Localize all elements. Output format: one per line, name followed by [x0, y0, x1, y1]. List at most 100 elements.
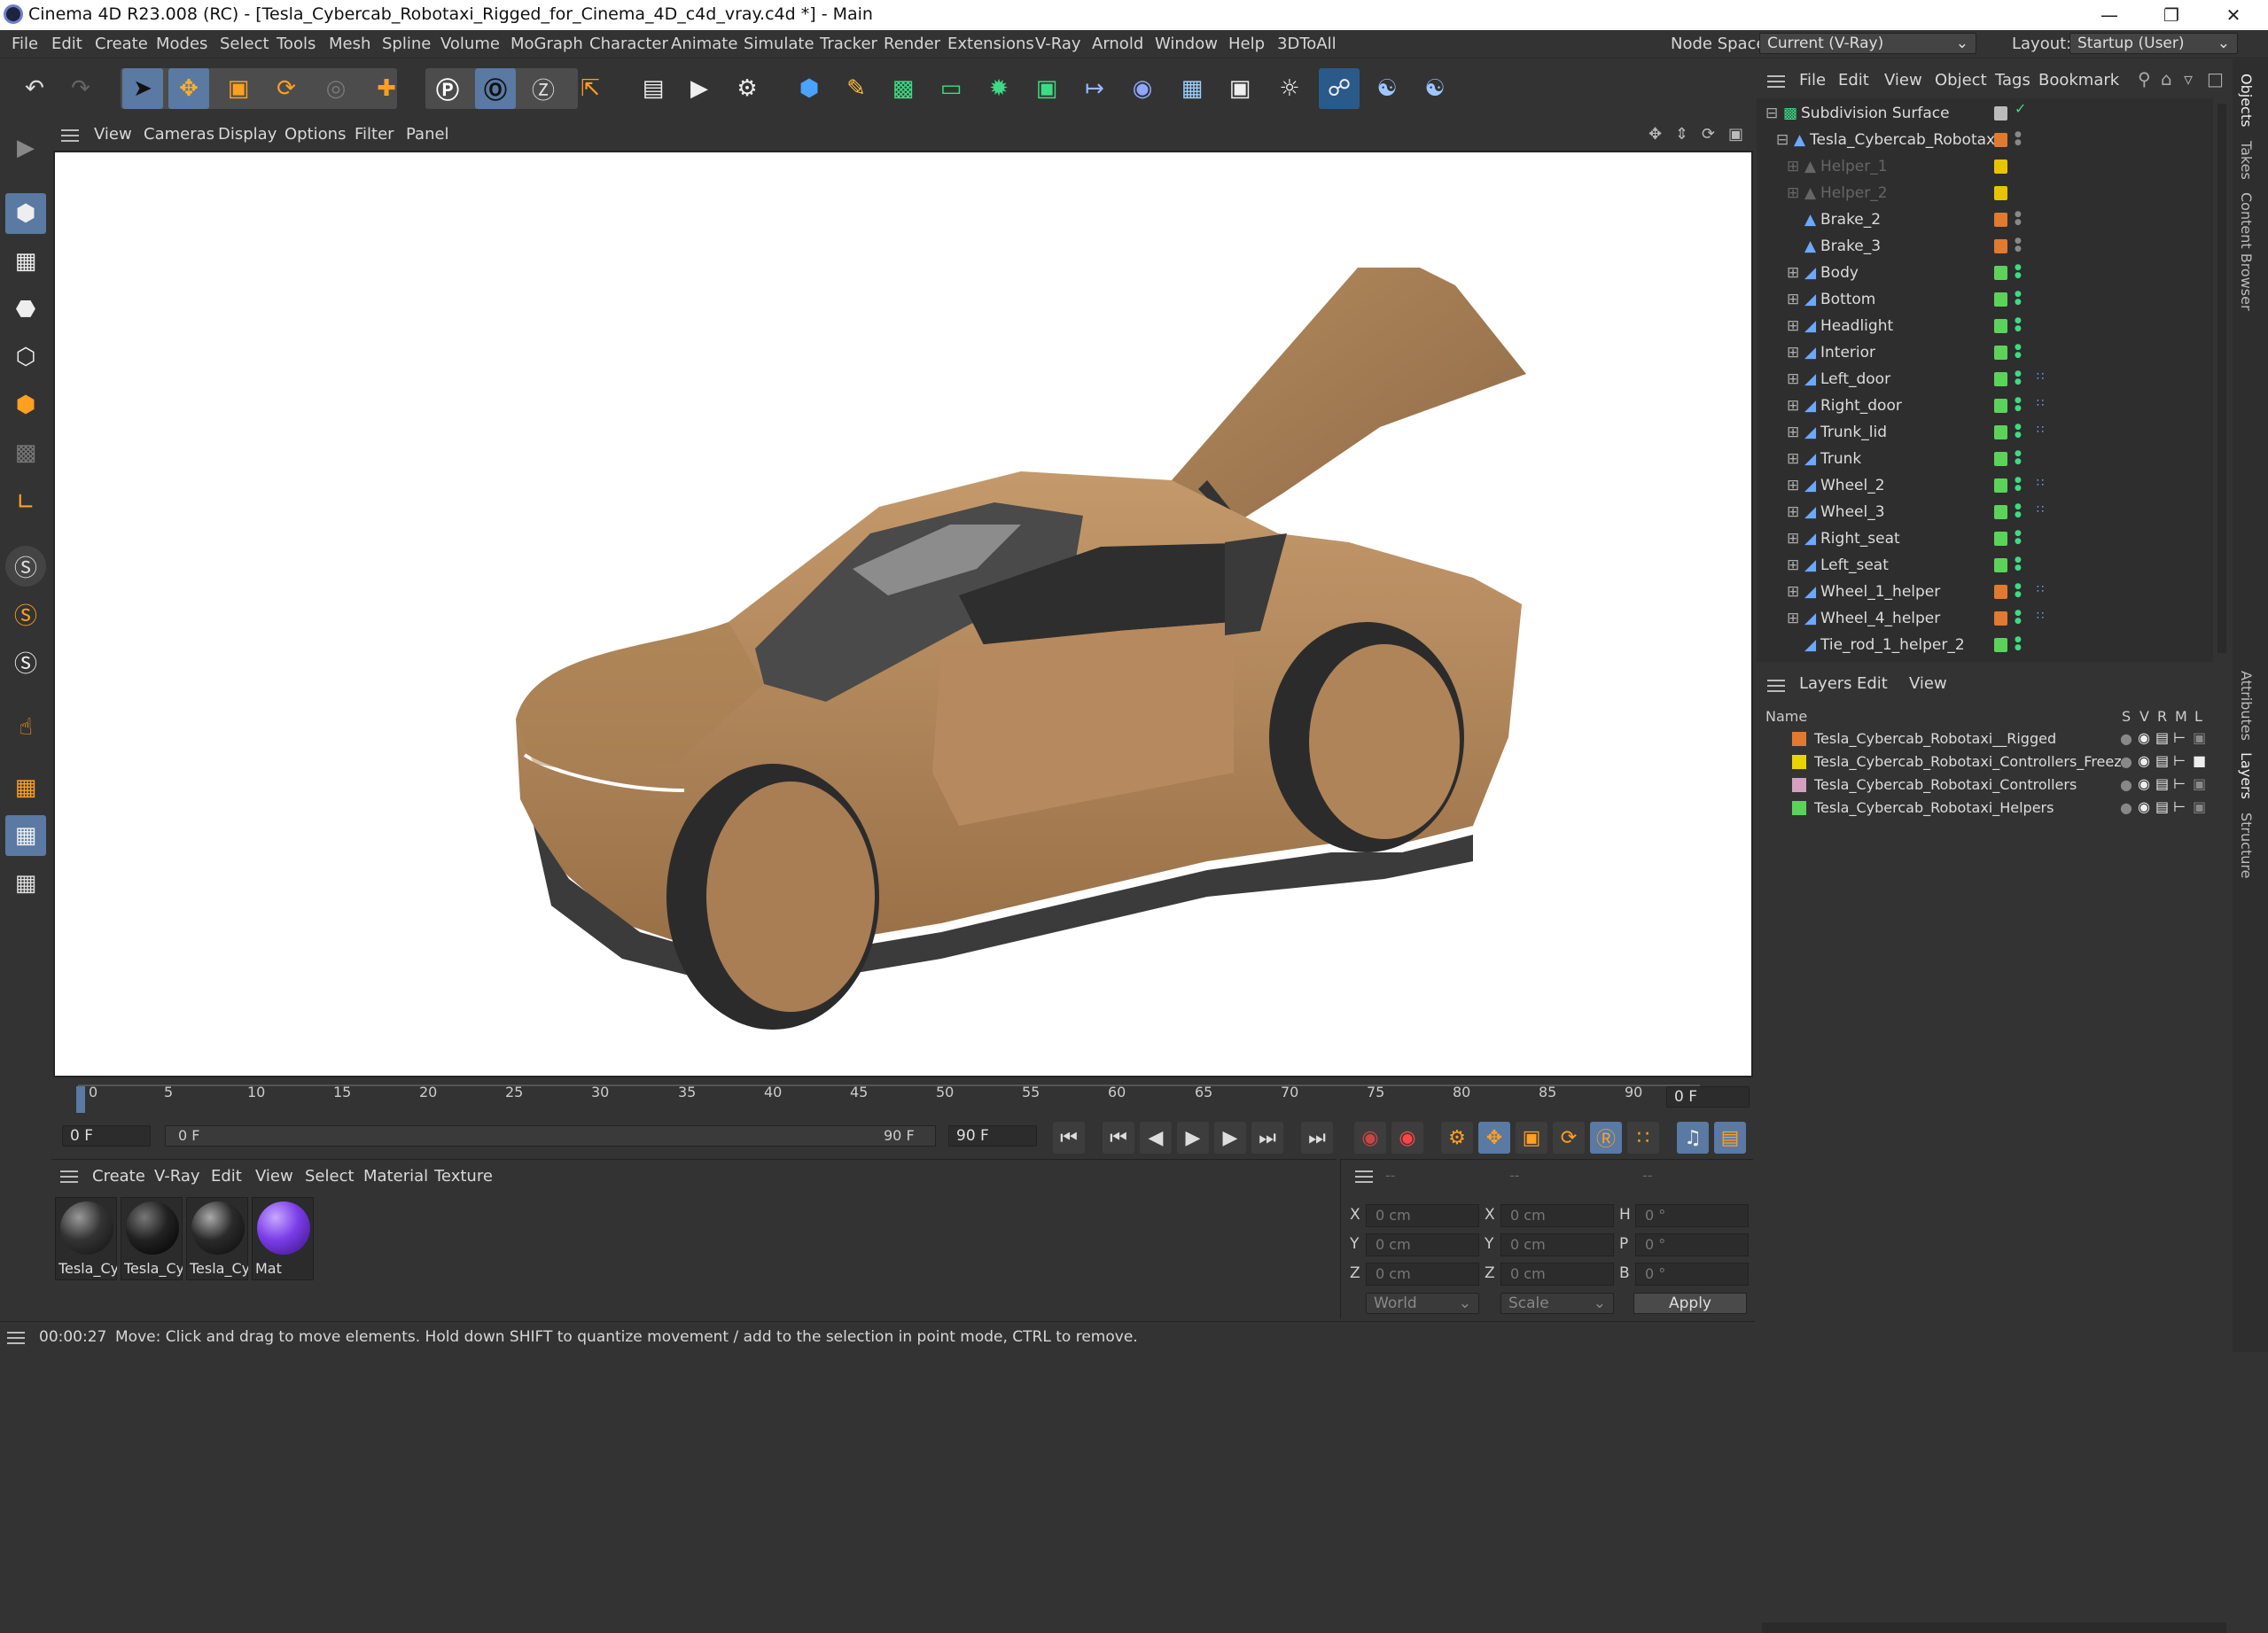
- object-row[interactable]: ⊞ ◢ Wheel_3 ● ● ∷: [1757, 499, 2213, 525]
- manager-icon[interactable]: ⊢: [2173, 729, 2186, 746]
- status-menu-icon[interactable]: [7, 1332, 25, 1344]
- object-menu-object[interactable]: Object: [1935, 71, 1987, 89]
- material-swatch[interactable]: Tesla_Cy: [186, 1197, 248, 1280]
- viewport-menu-cameras[interactable]: Cameras: [144, 125, 214, 144]
- manager-icon[interactable]: ⊢: [2173, 798, 2186, 815]
- position-y-field[interactable]: 0 cm: [1366, 1233, 1479, 1256]
- expand-icon[interactable]: ⊞: [1787, 530, 1799, 548]
- position-x-field[interactable]: 0 cm: [1366, 1204, 1479, 1227]
- texture-mode-icon[interactable]: ▦: [5, 241, 46, 282]
- locked-workplane-icon[interactable]: ▦: [5, 815, 46, 856]
- undo-icon[interactable]: ↶: [14, 68, 55, 109]
- snap-settings-icon[interactable]: Ⓢ: [5, 594, 46, 634]
- size-mode-select[interactable]: Scale ⌄: [1500, 1293, 1614, 1314]
- render-icon[interactable]: ▤: [2155, 775, 2169, 792]
- quantize-icon[interactable]: Ⓢ: [5, 642, 46, 682]
- constraint-tag-icon[interactable]: ∷: [2037, 503, 2044, 517]
- object-menu-file[interactable]: File: [1799, 71, 1826, 89]
- make-editable-icon[interactable]: ▶: [5, 128, 46, 168]
- node-space-select[interactable]: Current (V-Ray) ⌄: [1759, 33, 1976, 54]
- menu-window[interactable]: Window: [1155, 35, 1218, 53]
- new-window-icon[interactable]: □: [2207, 68, 2224, 89]
- solo-icon[interactable]: ●: [2120, 799, 2132, 816]
- object-row[interactable]: ⊞ ◢ Wheel_2 ● ● ∷: [1757, 472, 2213, 499]
- object-row[interactable]: ⊞ ◢ Headlight ● ●: [1757, 313, 2213, 339]
- constraint-tag-icon[interactable]: ∷: [2037, 610, 2044, 623]
- viewport-zoom-icon[interactable]: ⇕: [1675, 125, 1688, 144]
- solo-icon[interactable]: ●: [2120, 753, 2132, 770]
- menu-volume[interactable]: Volume: [440, 35, 500, 53]
- viewport-menu-icon[interactable]: [61, 129, 79, 142]
- key-position-icon[interactable]: ✥: [1478, 1122, 1510, 1154]
- place-tool-icon[interactable]: ✚: [366, 68, 407, 109]
- layer-menu-layers[interactable]: Layers: [1799, 674, 1852, 693]
- key-rotation-icon[interactable]: ⟳: [1553, 1122, 1585, 1154]
- menu-mesh[interactable]: Mesh: [329, 35, 370, 53]
- lock-icon[interactable]: ▣: [2193, 729, 2206, 746]
- tab-structure[interactable]: Structure: [2238, 813, 2255, 878]
- tab-attributes[interactable]: Attributes: [2238, 671, 2255, 741]
- object-manager-menu-icon[interactable]: [1767, 75, 1785, 88]
- selection-arrow-icon[interactable]: ➤: [122, 68, 163, 109]
- constraint-tag-icon[interactable]: ∷: [2037, 477, 2044, 490]
- layer-row[interactable]: Tesla_Cybercab_Robotaxi__Rigged ● ◉ ▤ ⊢ …: [1757, 727, 2233, 750]
- expand-icon[interactable]: ⊞: [1787, 317, 1799, 335]
- layer-row[interactable]: Tesla_Cybercab_Robotaxi_Controllers_Free…: [1757, 750, 2233, 774]
- x-axis-lock-icon[interactable]: Ⓟ: [427, 68, 468, 109]
- visibility-dots-icon[interactable]: ● ●: [2015, 264, 2022, 280]
- coordinate-space-select[interactable]: World ⌄: [1366, 1293, 1479, 1314]
- end-frame-field[interactable]: 90 F: [948, 1125, 1037, 1147]
- object-tree-scrollbar[interactable]: [2217, 104, 2226, 653]
- layer-color-swatch[interactable]: [1792, 732, 1806, 746]
- material-swatch[interactable]: Tesla_Cy: [121, 1197, 183, 1280]
- visibility-dots-icon[interactable]: ● ●: [2015, 424, 2022, 439]
- material-menu-material[interactable]: Material: [363, 1167, 428, 1186]
- python-script-2-icon[interactable]: ☯: [1415, 68, 1455, 109]
- object-row[interactable]: ⊞ ◢ Wheel_4_helper ● ● ∷: [1757, 605, 2213, 632]
- rotation-h-field[interactable]: 0 °: [1635, 1204, 1749, 1227]
- filter-icon[interactable]: ▿: [2184, 68, 2193, 89]
- object-row[interactable]: ⊟ ▩ Subdivision Surface ✓: [1757, 100, 2213, 127]
- render-icon[interactable]: ▤: [2155, 798, 2169, 815]
- solo-icon[interactable]: ●: [2120, 776, 2132, 793]
- uv-mode-icon[interactable]: ▩: [5, 432, 46, 473]
- expand-icon[interactable]: ⊞: [1787, 503, 1799, 521]
- workplane-rotate-icon[interactable]: ▦: [5, 863, 46, 904]
- material-swatch[interactable]: Mat: [252, 1197, 314, 1280]
- layer-color-swatch[interactable]: [1792, 801, 1806, 815]
- tab-takes[interactable]: Takes: [2238, 141, 2255, 180]
- model-mode-icon[interactable]: ⬢: [5, 193, 46, 234]
- visibility-dots-icon[interactable]: ● ●: [2015, 131, 2022, 147]
- key-parameter-icon[interactable]: Ⓡ: [1590, 1122, 1622, 1154]
- restore-button[interactable]: ❐: [2140, 0, 2202, 30]
- rotation-p-field[interactable]: 0 °: [1635, 1233, 1749, 1256]
- object-row[interactable]: ⊞ ◢ Bottom ● ●: [1757, 286, 2213, 313]
- object-row[interactable]: ◢ Tie_rod_1_helper_2 ● ●: [1757, 632, 2213, 658]
- object-row[interactable]: ⊞ ▲ Helper_1: [1757, 153, 2213, 180]
- visibility-dots-icon[interactable]: ● ●: [2015, 291, 2022, 307]
- menu-create[interactable]: Create: [95, 35, 148, 53]
- visible-eye-icon[interactable]: ◉: [2138, 775, 2150, 792]
- menu-character[interactable]: Character: [589, 35, 668, 53]
- render-view-icon[interactable]: ▶: [679, 68, 720, 109]
- search-icon[interactable]: ⚲: [2138, 68, 2151, 89]
- menu-select[interactable]: Select: [220, 35, 269, 53]
- object-row[interactable]: ⊞ ◢ Trunk_lid ● ● ∷: [1757, 419, 2213, 446]
- object-menu-view[interactable]: View: [1884, 71, 1922, 89]
- scale-tool-icon[interactable]: ▣: [218, 68, 259, 109]
- render-region-icon[interactable]: ▤: [633, 68, 674, 109]
- snap-icon[interactable]: Ⓢ: [5, 546, 46, 587]
- viewport-menu-view[interactable]: View: [94, 125, 132, 144]
- menu-vray[interactable]: V-Ray: [1035, 35, 1081, 53]
- python-script-icon[interactable]: ☯: [1367, 68, 1407, 109]
- size-z-field[interactable]: 0 cm: [1500, 1263, 1614, 1286]
- size-x-field[interactable]: 0 cm: [1500, 1204, 1614, 1227]
- visibility-dots-icon[interactable]: ● ●: [2015, 370, 2022, 386]
- subdivision-surface-icon[interactable]: ▩: [883, 68, 924, 109]
- viewport-layout-icon[interactable]: ▣: [1728, 125, 1743, 144]
- expand-icon[interactable]: ⊞: [1787, 264, 1799, 282]
- object-row[interactable]: ⊞ ◢ Trunk ● ●: [1757, 446, 2213, 472]
- expand-icon[interactable]: ⊞: [1787, 184, 1799, 202]
- layer-list-scrollbar[interactable]: [1762, 1622, 2226, 1633]
- solo-icon[interactable]: ●: [2120, 730, 2132, 747]
